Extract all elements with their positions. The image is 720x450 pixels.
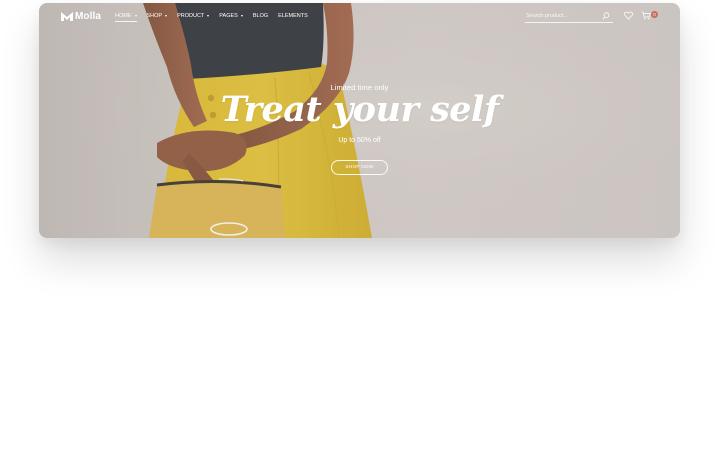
search-icon[interactable] — [602, 12, 610, 20]
nav-item-pages[interactable]: Pages — [219, 11, 243, 20]
main-nav: Home Shop Product Pages Blog Elements — [115, 11, 318, 22]
brand-logo[interactable]: Molla — [61, 10, 101, 22]
cart-count-badge: 0 — [651, 11, 658, 18]
nav-item-label: Product — [177, 12, 205, 19]
search-bar — [525, 10, 613, 23]
chevron-down-icon — [207, 14, 210, 17]
nav-item-label: Blog — [252, 12, 269, 19]
nav-item-label: Home — [115, 12, 132, 19]
chevron-down-icon — [134, 14, 137, 17]
chevron-down-icon — [165, 14, 168, 17]
hero-subtitle: Up to 50% off — [338, 137, 381, 144]
search-input[interactable] — [525, 11, 596, 21]
hero-title: Treat your self — [220, 89, 499, 130]
site-header: Molla Home Shop Product Pages Blog — [39, 3, 680, 29]
chevron-down-icon — [240, 14, 243, 17]
nav-item-shop[interactable]: Shop — [147, 11, 168, 20]
hero-banner: Molla Home Shop Product Pages Blog — [39, 3, 680, 238]
nav-item-label: Pages — [219, 12, 238, 19]
shop-now-button[interactable]: Shop Now — [331, 160, 388, 175]
molla-logo-icon — [61, 12, 73, 21]
heart-icon[interactable] — [624, 11, 633, 20]
nav-item-product[interactable]: Product — [177, 11, 210, 20]
cart-icon[interactable] — [641, 11, 651, 20]
nav-item-label: Elements — [278, 12, 308, 19]
brand-name: Molla — [75, 10, 102, 22]
nav-item-elements[interactable]: Elements — [278, 11, 308, 20]
nav-item-blog[interactable]: Blog — [253, 11, 268, 20]
nav-item-home[interactable]: Home — [115, 11, 137, 22]
nav-item-label: Shop — [146, 12, 163, 19]
